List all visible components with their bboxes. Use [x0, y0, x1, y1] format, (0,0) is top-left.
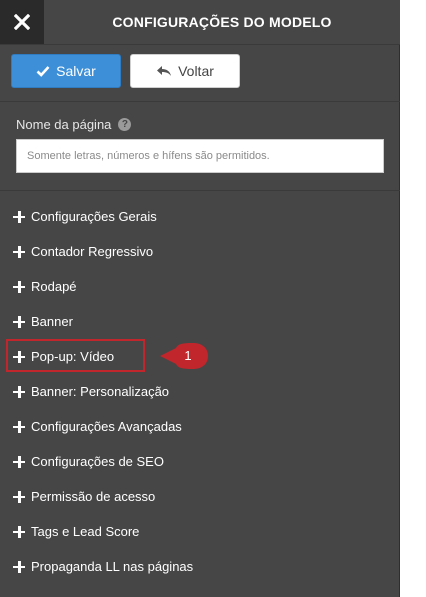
menu-item-configuracoes-gerais[interactable]: Configurações Gerais	[0, 199, 400, 234]
menu-item-configuracoes-avancadas[interactable]: Configurações Avançadas	[0, 409, 400, 444]
save-button-label: Salvar	[56, 63, 96, 79]
plus-icon	[13, 315, 25, 328]
menu-item-label: Configurações Avançadas	[31, 419, 182, 434]
menu-item-label: Tags e Lead Score	[31, 524, 140, 539]
menu-item-contador-regressivo[interactable]: Contador Regressivo	[0, 234, 400, 269]
menu-item-tags-lead-score[interactable]: Tags e Lead Score	[0, 514, 400, 549]
menu-item-propaganda-ll[interactable]: Propaganda LL nas páginas	[0, 549, 400, 584]
reply-arrow-icon	[157, 66, 172, 76]
close-button[interactable]	[0, 0, 44, 44]
panel-title: CONFIGURAÇÕES DO MODELO	[112, 14, 332, 30]
menu-item-label: Permissão de acesso	[31, 489, 156, 504]
menu-item-label: Banner: Personalização	[31, 384, 170, 399]
plus-icon	[13, 455, 25, 468]
page-name-label: Nome da página	[16, 117, 112, 132]
help-icon[interactable]: ?	[118, 118, 132, 131]
back-button[interactable]: Voltar	[130, 54, 240, 88]
toolbar-divider	[0, 101, 400, 102]
menu-item-label: Propaganda LL nas páginas	[31, 559, 194, 574]
menu-item-label: Banner	[31, 314, 73, 329]
page-name-input[interactable]	[16, 139, 384, 173]
plus-icon	[13, 490, 25, 503]
template-settings-panel: CONFIGURAÇÕES DO MODELO Salvar Voltar No…	[0, 0, 400, 597]
plus-icon	[13, 560, 25, 573]
plus-icon	[13, 245, 25, 258]
plus-icon	[13, 385, 25, 398]
settings-menu: Configurações Gerais Contador Regressivo…	[0, 199, 400, 584]
menu-item-banner-personalizacao[interactable]: Banner: Personalização	[0, 374, 400, 409]
form-divider	[0, 190, 400, 191]
page-background	[401, 0, 426, 597]
plus-icon	[13, 210, 25, 223]
menu-item-label: Configurações de SEO	[31, 454, 164, 469]
highlight-box	[6, 339, 145, 372]
panel-header: CONFIGURAÇÕES DO MODELO	[0, 0, 400, 44]
callout-number: 1	[184, 347, 192, 363]
check-icon	[36, 66, 50, 77]
menu-item-label: Contador Regressivo	[31, 244, 154, 259]
menu-item-banner[interactable]: Banner	[0, 304, 400, 339]
plus-icon	[13, 420, 25, 433]
plus-icon	[13, 525, 25, 538]
page-name-label-row: Nome da página ?	[16, 117, 132, 132]
back-button-label: Voltar	[178, 63, 214, 79]
menu-item-permissao-acesso[interactable]: Permissão de acesso	[0, 479, 400, 514]
save-button[interactable]: Salvar	[11, 54, 121, 88]
menu-item-label: Rodapé	[31, 279, 77, 294]
menu-item-rodape[interactable]: Rodapé	[0, 269, 400, 304]
menu-item-label: Configurações Gerais	[31, 209, 157, 224]
plus-icon	[13, 280, 25, 293]
close-icon	[14, 14, 30, 30]
menu-item-configuracoes-seo[interactable]: Configurações de SEO	[0, 444, 400, 479]
header-divider	[0, 44, 400, 45]
